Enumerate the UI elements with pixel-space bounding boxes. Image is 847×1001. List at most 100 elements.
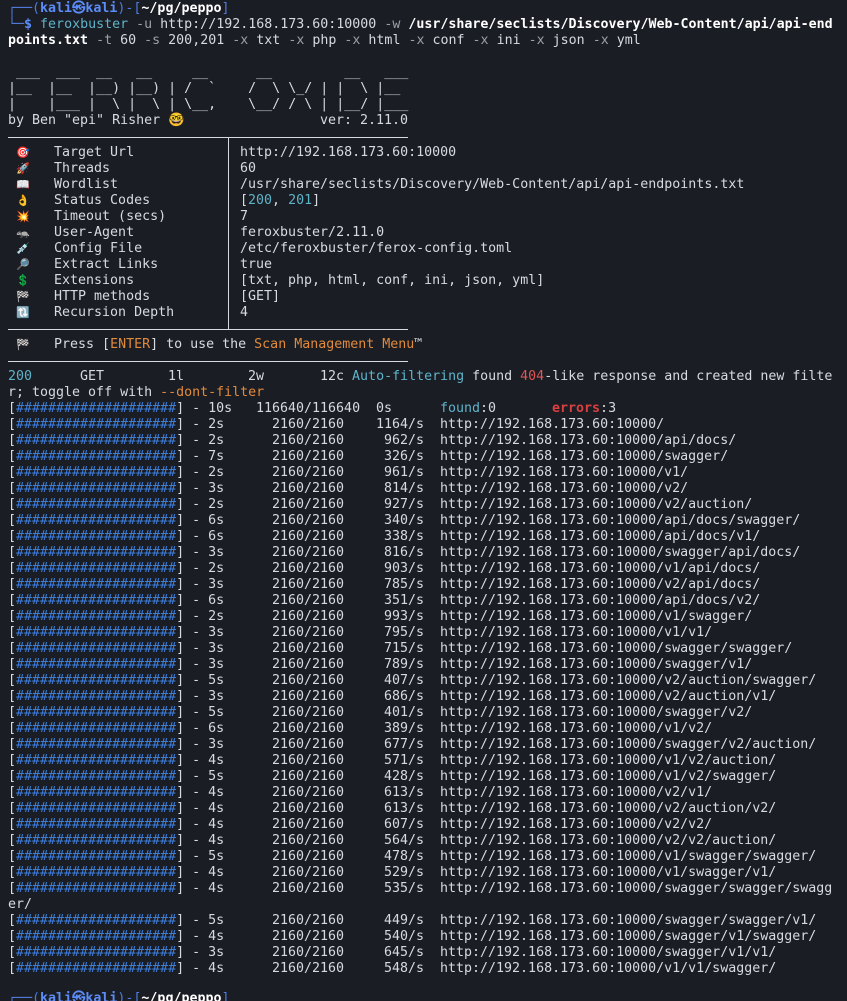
progress-url[interactable]: http://192.168.173.60:10000/v2/auction/ xyxy=(440,497,752,513)
progress-row: [####################] - 4s 2160/2160 564/… xyxy=(8,833,777,848)
progress-bar: #################### xyxy=(16,865,177,880)
terminal-window[interactable]: ┌──(kali㉿kali)-[~/pg/peppo] └─$ feroxbus… xyxy=(0,0,847,1001)
config-row: 🔃 Recursion Depth 4 xyxy=(8,305,248,321)
progress-url[interactable]: http://192.168.173.60:10000/v1/swagger/ xyxy=(440,609,752,625)
flag-icon: 🏁 xyxy=(16,338,30,351)
progress-row: [####################] - 4s 2160/2160 613/… xyxy=(8,801,777,816)
progress-url[interactable]: http://192.168.173.60:10000/swagger/v2/a… xyxy=(440,737,816,753)
progress-url[interactable]: http://192.168.173.60:10000/swagger/swag… xyxy=(440,641,792,657)
progress-row: [####################] - 3s 2160/2160 686/… xyxy=(8,689,777,704)
progress-bar: #################### xyxy=(16,801,177,816)
progress-url[interactable]: http://192.168.173.60:10000/swagger/v1/v… xyxy=(440,945,776,961)
command-line[interactable]: └─$ feroxbuster -u http://192.168.173.60… xyxy=(8,17,833,33)
prompt-line: ┌──(kali㉿kali)-[~/pg/peppo] xyxy=(8,1,230,16)
progress-bar: #################### xyxy=(16,657,177,672)
progress-url[interactable]: http://192.168.173.60:10000/swagger/swag… xyxy=(440,913,816,929)
config-key: Extract Links xyxy=(54,257,159,272)
progress-row: [####################] - 3s 2160/2160 816/… xyxy=(8,545,801,560)
progress-row: [####################] - 5s 2160/2160 478/… xyxy=(8,849,817,864)
progress-url[interactable]: http://192.168.173.60:10000/v1/v2/ xyxy=(440,721,712,737)
progress-url[interactable]: http://192.168.173.60:10000/v1/api/docs/ xyxy=(440,561,760,577)
progress-row: [####################] - 4s 2160/2160 540/… xyxy=(8,929,817,944)
progress-bar: #################### xyxy=(16,817,177,832)
progress-bar: #################### xyxy=(16,689,177,704)
progress-bar: #################### xyxy=(16,449,177,464)
progress-url[interactable]: http://192.168.173.60:10000/swagger/v1/ xyxy=(440,657,752,673)
progress-url[interactable]: http://192.168.173.60:10000/v2/v1/ xyxy=(440,785,712,801)
config-top-rule xyxy=(8,137,408,138)
progress-bar: #################### xyxy=(16,705,177,720)
progress-bar: #################### xyxy=(16,561,177,576)
progress-url[interactable]: http://192.168.173.60:10000/api/docs/v2/ xyxy=(440,593,760,609)
progress-url[interactable]: http://192.168.173.60:10000/v1/v2/auctio… xyxy=(440,753,776,769)
progress-row: [####################] - 4s 2160/2160 529/… xyxy=(8,865,777,880)
progress-bar: #################### xyxy=(16,753,177,768)
progress-url[interactable]: http://192.168.173.60:10000/v1/v1/swagge… xyxy=(440,961,776,977)
progress-url[interactable]: http://192.168.173.60:10000/ xyxy=(440,417,664,433)
progress-bar: #################### xyxy=(16,593,177,608)
progress-url[interactable]: http://192.168.173.60:10000/v1/v1/ xyxy=(440,625,712,641)
progress-url[interactable]: http://192.168.173.60:10000/v2/ xyxy=(440,481,688,497)
progress-url[interactable]: http://192.168.173.60:10000/swagger/ xyxy=(440,449,728,465)
progress-bar: #################### xyxy=(16,849,177,864)
menu-rule xyxy=(8,361,408,362)
progress-url[interactable]: http://192.168.173.60:10000/v2/v2/ xyxy=(440,817,712,833)
progress-row: [####################] - 3s 2160/2160 645/… xyxy=(8,945,777,960)
progress-row: [####################] - 2s 2160/2160 961/… xyxy=(8,465,689,480)
progress-bar: #################### xyxy=(16,929,177,944)
progress-url[interactable]: http://192.168.173.60:10000/v1/swagger/s… xyxy=(440,849,816,865)
config-row: 💥 Timeout (secs) 7 xyxy=(8,209,248,225)
progress-bar: #################### xyxy=(16,577,177,592)
trailing-prompt: ┌──(kali㉿kali)-[~/pg/peppo] xyxy=(8,991,230,1001)
syringe-icon: 💉 xyxy=(16,242,30,255)
progress-url[interactable]: http://192.168.173.60:10000/v1/swagger/v… xyxy=(440,865,776,881)
progress-bar: #################### xyxy=(16,945,177,960)
config-value: 60 xyxy=(240,161,257,176)
progress-row: [####################] - 3s 2160/2160 814/… xyxy=(8,481,689,496)
progress-bar: #################### xyxy=(16,417,177,432)
progress-url[interactable]: http://192.168.173.60:10000/v2/auction/s… xyxy=(440,673,816,689)
progress-row: [####################] - 3s 2160/2160 677/… xyxy=(8,737,817,752)
progress-url[interactable]: http://192.168.173.60:10000/v2/v2/auctio… xyxy=(440,833,776,849)
progress-url[interactable]: http://192.168.173.60:10000/v1/ xyxy=(440,465,688,481)
config-row: 🚀 Threads 60 xyxy=(8,161,256,177)
progress-url[interactable]: http://192.168.173.60:10000/v2/auction/v… xyxy=(440,689,776,705)
config-value: [GET] xyxy=(240,289,281,304)
banner-author: by Ben "epi" Risher 🤓 xyxy=(8,113,185,128)
progress-url[interactable]: http://192.168.173.60:10000/api/docs/swa… xyxy=(440,513,800,529)
scan-management-menu: Scan Management Menu xyxy=(254,337,415,352)
progress-bar: #################### xyxy=(16,625,177,640)
config-key: Config File xyxy=(54,241,143,256)
progress-bar: #################### xyxy=(16,481,177,496)
progress-url[interactable]: http://192.168.173.60:10000/swagger/v2/ xyxy=(440,705,752,721)
magnifier-icon: 🔎 xyxy=(16,258,30,271)
progress-url[interactable]: http://192.168.173.60:10000/swagger/api/… xyxy=(440,545,800,561)
progress-row: [####################] - 4s 2160/2160 535/… xyxy=(8,881,833,896)
rocket-icon: 🚀 xyxy=(16,162,30,175)
progress-url[interactable]: http://192.168.173.60:10000/v1/v2/swagge… xyxy=(440,769,776,785)
progress-row: [####################] - 2s 2160/2160 993/… xyxy=(8,609,753,624)
progress-row: [####################] - 3s 2160/2160 795/… xyxy=(8,625,713,640)
progress-url[interactable]: http://192.168.173.60:10000/swagger/swag… xyxy=(440,881,832,897)
progress-bar: #################### xyxy=(16,513,177,528)
progress-url[interactable]: http://192.168.173.60:10000/v2/api/docs/ xyxy=(440,577,760,593)
progress-row: [####################] - 5s 2160/2160 401/… xyxy=(8,705,753,720)
config-key: Status Codes xyxy=(54,193,151,208)
progress-row: [####################] - 4s 2160/2160 613/… xyxy=(8,785,713,800)
config-row: 🎯 Target Url http://192.168.173.60:10000 xyxy=(8,145,456,161)
config-value: [200, 201] xyxy=(240,193,321,208)
config-row: 🦡 User-Agent feroxbuster/2.11.0 xyxy=(8,225,384,241)
config-value: feroxbuster/2.11.0 xyxy=(240,225,385,240)
progress-url[interactable]: http://192.168.173.60:10000/api/docs/ xyxy=(440,433,736,449)
progress-url[interactable]: http://192.168.173.60:10000/v2/auction/v… xyxy=(440,801,776,817)
banner-art-3: | |___ | \ | \ | \__, \__/ / \ | |__/ |_… xyxy=(8,97,409,112)
config-key: User-Agent xyxy=(54,225,135,240)
progress-url[interactable]: http://192.168.173.60:10000/swagger/v1/s… xyxy=(440,929,816,945)
config-value: 4 xyxy=(240,305,249,320)
progress-row: [####################] - 5s 2160/2160 407/… xyxy=(8,673,817,688)
command-line-wrap[interactable]: points.txt -t 60 -s 200,201 -x txt -x ph… xyxy=(8,33,641,49)
config-value: http://192.168.173.60:10000 xyxy=(240,145,457,160)
config-row: 👌 Status Codes [200, 201] xyxy=(8,193,320,209)
progress-row: [####################] - 2s 2160/2160 1164… xyxy=(8,417,665,432)
progress-url[interactable]: http://192.168.173.60:10000/api/docs/v1/ xyxy=(440,529,760,545)
